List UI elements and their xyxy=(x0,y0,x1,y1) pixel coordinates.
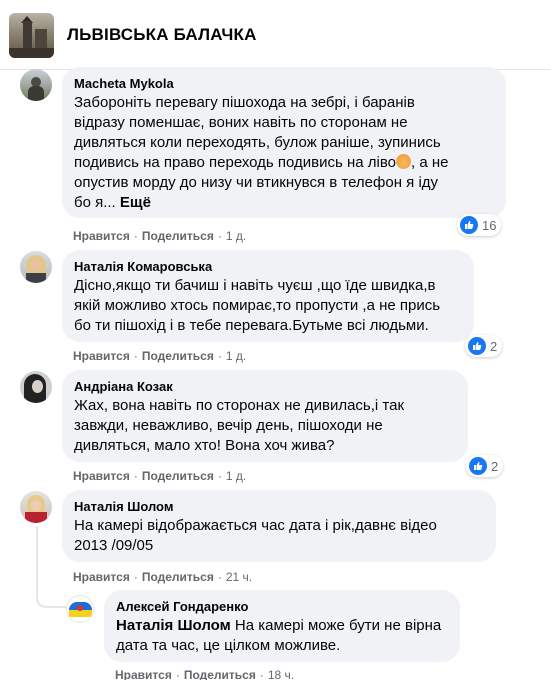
share-button[interactable]: Поделиться xyxy=(184,668,256,680)
avatar[interactable] xyxy=(20,371,52,403)
reply-author[interactable]: Алексей Гондаренко xyxy=(116,598,448,615)
group-header: ЛЬВІВСЬКА БАЛАЧКА xyxy=(0,0,551,70)
reply-bubble: Алексей Гондаренко Наталія Шолом На каме… xyxy=(104,590,460,662)
comment-bubble: Macheta Mykola Заборонiть перевагу пішох… xyxy=(62,67,506,218)
comment-timestamp[interactable]: 1 д. xyxy=(226,349,246,363)
comment-author[interactable]: Наталія Шолом xyxy=(74,498,484,515)
share-button[interactable]: Поделиться xyxy=(142,349,214,363)
reaction-count[interactable]: 2 xyxy=(466,455,504,477)
group-name[interactable]: ЛЬВІВСЬКА БАЛАЧКА xyxy=(67,25,257,45)
comment-author[interactable]: Macheta Mykola xyxy=(74,75,494,92)
share-button[interactable]: Поделиться xyxy=(142,570,214,584)
comment-text: Жах, вона навіть по сторонах не дивилась… xyxy=(74,397,405,454)
comment-author[interactable]: Наталія Комаровська xyxy=(74,258,462,275)
like-button[interactable]: Нравится xyxy=(73,349,130,363)
like-reaction-icon xyxy=(469,457,487,475)
like-reaction-icon xyxy=(468,337,486,355)
comment-bubble: Андріана Козак Жах, вона навіть по сторо… xyxy=(62,370,468,462)
comment-bubble: Наталія Комаровська Дісно,якщо ти бачиш … xyxy=(62,250,474,342)
comment-bubble: Наталія Шолом На камері відображається ч… xyxy=(62,490,496,562)
comment-actions: Нравится · Поделиться · 1 д. xyxy=(73,469,247,483)
comment-author[interactable]: Андріана Козак xyxy=(74,378,456,395)
comment-actions: Нравится · Поделиться · 1 д. xyxy=(73,349,247,363)
avatar[interactable] xyxy=(20,69,52,101)
reaction-count[interactable]: 16 xyxy=(457,214,502,236)
reply-actions: Нравится · Поделиться · 18 ч. xyxy=(115,668,295,680)
see-more-link[interactable]: Ещё xyxy=(120,194,151,211)
angry-emoji-icon xyxy=(396,154,412,169)
like-button[interactable]: Нравится xyxy=(115,668,172,680)
comment-timestamp[interactable]: 21 ч. xyxy=(226,570,252,584)
share-button[interactable]: Поделиться xyxy=(142,469,214,483)
avatar[interactable] xyxy=(20,491,52,523)
like-button[interactable]: Нравится xyxy=(73,570,130,584)
group-cover-image[interactable] xyxy=(9,13,54,58)
avatar[interactable] xyxy=(66,595,94,623)
comment-text: Заборонiть перевагу пішохода на зебрі, і… xyxy=(74,94,449,211)
comment-timestamp[interactable]: 18 ч. xyxy=(268,668,294,680)
like-reaction-icon xyxy=(460,216,478,234)
comment-text: На камері відображається час дата і рік,… xyxy=(74,517,437,554)
thread-line xyxy=(36,526,38,596)
comment-actions: Нравится · Поделиться · 21 ч. xyxy=(73,570,253,584)
like-button[interactable]: Нравится xyxy=(73,469,130,483)
comment-timestamp[interactable]: 1 д. xyxy=(226,469,246,483)
reaction-count[interactable]: 2 xyxy=(465,335,503,357)
avatar[interactable] xyxy=(20,251,52,283)
share-button[interactable]: Поделиться xyxy=(142,229,214,243)
comment-text: Дісно,якщо ти бачиш і навіть чуєш ,що їд… xyxy=(74,277,441,334)
comment-timestamp[interactable]: 1 д. xyxy=(226,229,246,243)
mention-link[interactable]: Наталія Шолом xyxy=(116,617,231,634)
comment-actions: Нравится · Поделиться · 1 д. xyxy=(73,229,247,243)
thread-line xyxy=(36,594,66,608)
like-button[interactable]: Нравится xyxy=(73,229,130,243)
reply-text: Наталія Шолом На камері може бути не вір… xyxy=(116,617,442,654)
